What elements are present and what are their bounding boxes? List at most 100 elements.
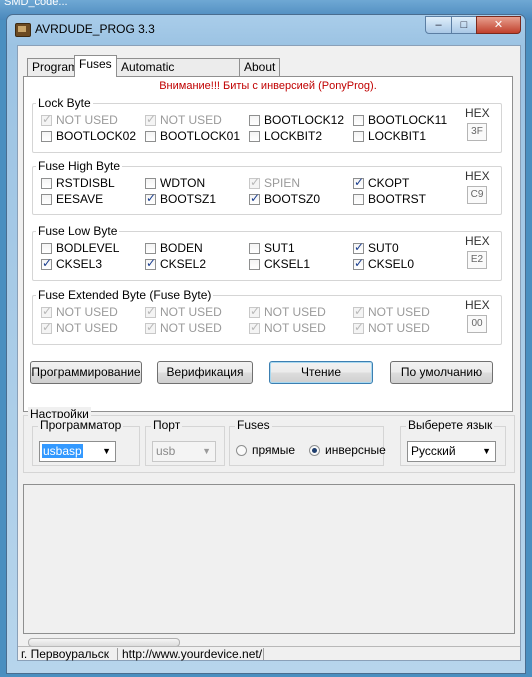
checkbox-box [353, 175, 364, 189]
checkbox-low-bit-4[interactable]: CKSEL3 [41, 256, 102, 272]
checkbox-low-bit-1[interactable]: BODEN [145, 240, 203, 256]
checkbox-high-bit-3[interactable]: CKOPT [353, 175, 409, 191]
client-area: Program Fuses Automatic programming Abou… [17, 45, 521, 661]
app-icon [15, 23, 31, 37]
checkbox-low-bit-5[interactable]: CKSEL2 [145, 256, 206, 272]
port-select[interactable]: usb ▼ [152, 441, 216, 462]
checkbox-box [145, 256, 156, 270]
tab-fuses[interactable]: Fuses [74, 55, 117, 77]
checkbox-box [145, 112, 156, 126]
checkbox-label: NOT USED [56, 321, 118, 335]
settings-group: Настройки Программатор usbasp ▼ Порт usb… [23, 407, 515, 473]
fuse-high-byte-group: Fuse High Byte RSTDISBL WDTON SPIEN CKOPT EE… [32, 159, 502, 215]
minimize-button[interactable]: – [425, 16, 452, 34]
checkbox-box [145, 191, 156, 205]
checkbox-low-bit-2[interactable]: SUT1 [249, 240, 295, 256]
checkbox-box [41, 320, 52, 334]
language-value: Русский [411, 444, 456, 458]
checkbox-label: BOOTLOCK12 [264, 113, 345, 127]
checkbox-label: BOOTLOCK02 [56, 129, 137, 143]
maximize-button[interactable]: □ [451, 16, 477, 34]
verify-button[interactable]: Верификация [157, 361, 253, 384]
fuse-low-byte-title: Fuse Low Byte [36, 224, 120, 238]
chevron-down-icon: ▼ [202, 446, 211, 456]
programmer-group: Программатор usbasp ▼ [32, 418, 140, 466]
checkbox-label: CKSEL1 [264, 257, 311, 271]
checkbox-label: BOOTLOCK11 [368, 113, 448, 127]
checkbox-lock-bit-2[interactable]: BOOTLOCK12 [249, 112, 344, 128]
checkbox-lock-bit-4[interactable]: BOOTLOCK02 [41, 128, 136, 144]
checkbox-lock-bit-5[interactable]: BOOTLOCK01 [145, 128, 240, 144]
checkbox-box [249, 304, 260, 318]
read-button[interactable]: Чтение [269, 361, 373, 384]
checkbox-label: NOT USED [160, 113, 222, 127]
status-url[interactable]: http://www.yourdevice.net/ [122, 647, 262, 661]
checkbox-box [249, 175, 260, 189]
checkbox-label: BODEN [160, 241, 203, 255]
radio-inverse-circle [309, 444, 320, 456]
language-select[interactable]: Русский ▼ [407, 441, 496, 462]
checkbox-lock-bit-6[interactable]: LOCKBIT2 [249, 128, 322, 144]
checkbox-box [145, 177, 156, 189]
desktop-label: SMD_code... [4, 0, 68, 8]
status-separator [117, 648, 118, 660]
checkbox-box [41, 177, 52, 189]
close-button[interactable]: ✕ [476, 16, 521, 34]
checkbox-label: CKSEL0 [368, 257, 415, 271]
checkbox-box [41, 242, 52, 254]
checkbox-high-bit-5[interactable]: BOOTSZ1 [145, 191, 216, 207]
checkbox-low-bit-6[interactable]: CKSEL1 [249, 256, 310, 272]
fuse-high-byte-title: Fuse High Byte [36, 159, 123, 173]
checkbox-ext-bit-5: NOT USED [145, 320, 222, 336]
checkbox-box [249, 130, 260, 142]
checkbox-high-bit-6[interactable]: BOOTSZ0 [249, 191, 320, 207]
title-bar: AVRDUDE_PROG 3.3 – □ ✕ [7, 15, 525, 43]
checkbox-label: NOT USED [160, 305, 222, 319]
checkbox-ext-bit-7: NOT USED [353, 320, 430, 336]
checkbox-label: NOT USED [160, 321, 222, 335]
app-window: AVRDUDE_PROG 3.3 – □ ✕ Program Fuses Aut… [6, 14, 526, 674]
checkbox-label: NOT USED [368, 321, 430, 335]
programmer-label: Программатор [38, 418, 124, 432]
checkbox-high-bit-0[interactable]: RSTDISBL [41, 175, 115, 191]
programmer-select[interactable]: usbasp ▼ [39, 441, 116, 462]
checkbox-ext-bit-1: NOT USED [145, 304, 222, 320]
tab-program[interactable]: Program [27, 58, 78, 76]
default-button[interactable]: По умолчанию [390, 361, 493, 384]
checkbox-label: SPIEN [264, 176, 301, 190]
checkbox-box [353, 320, 364, 334]
checkbox-ext-bit-0: NOT USED [41, 304, 118, 320]
radio-direct-circle [236, 444, 247, 456]
hex-value-box: 3F [467, 123, 487, 141]
checkbox-label: BOOTLOCK01 [160, 129, 241, 143]
status-separator [263, 648, 264, 660]
checkbox-low-bit-3[interactable]: SUT0 [353, 240, 399, 256]
checkbox-box [353, 304, 364, 318]
programmer-value: usbasp [42, 444, 83, 458]
checkbox-lock-bit-7[interactable]: LOCKBIT1 [353, 128, 426, 144]
checkbox-label: NOT USED [264, 321, 326, 335]
port-label: Порт [151, 418, 183, 432]
checkbox-low-bit-7[interactable]: CKSEL0 [353, 256, 414, 272]
hex-label: HEX [465, 298, 490, 312]
radio-inverse[interactable]: инверсные [309, 443, 386, 457]
program-button[interactable]: Программирование [30, 361, 142, 384]
checkbox-label: SUT0 [368, 241, 399, 255]
tab-automatic-programming[interactable]: Automatic programming [116, 58, 240, 91]
checkbox-label: BODLEVEL [56, 241, 120, 255]
checkbox-high-bit-1[interactable]: WDTON [145, 175, 205, 191]
radio-direct[interactable]: прямые [236, 443, 295, 457]
fuse-extended-byte-title: Fuse Extended Byte (Fuse Byte) [36, 288, 214, 302]
tab-about[interactable]: About [239, 58, 280, 76]
log-output-area[interactable] [23, 484, 515, 634]
lock-byte-title: Lock Byte [36, 96, 93, 110]
checkbox-low-bit-0[interactable]: BODLEVEL [41, 240, 119, 256]
language-label: Выберете язык [406, 418, 495, 432]
checkbox-lock-bit-3[interactable]: BOOTLOCK11 [353, 112, 447, 128]
fuses-mode-group: Fuses прямые инверсные [229, 418, 386, 466]
checkbox-high-bit-7[interactable]: BOOTRST [353, 191, 426, 207]
fuses-mode-label: Fuses [235, 418, 272, 432]
checkbox-high-bit-4[interactable]: EESAVE [41, 191, 103, 207]
checkbox-box [353, 256, 364, 270]
checkbox-label: NOT USED [264, 305, 326, 319]
